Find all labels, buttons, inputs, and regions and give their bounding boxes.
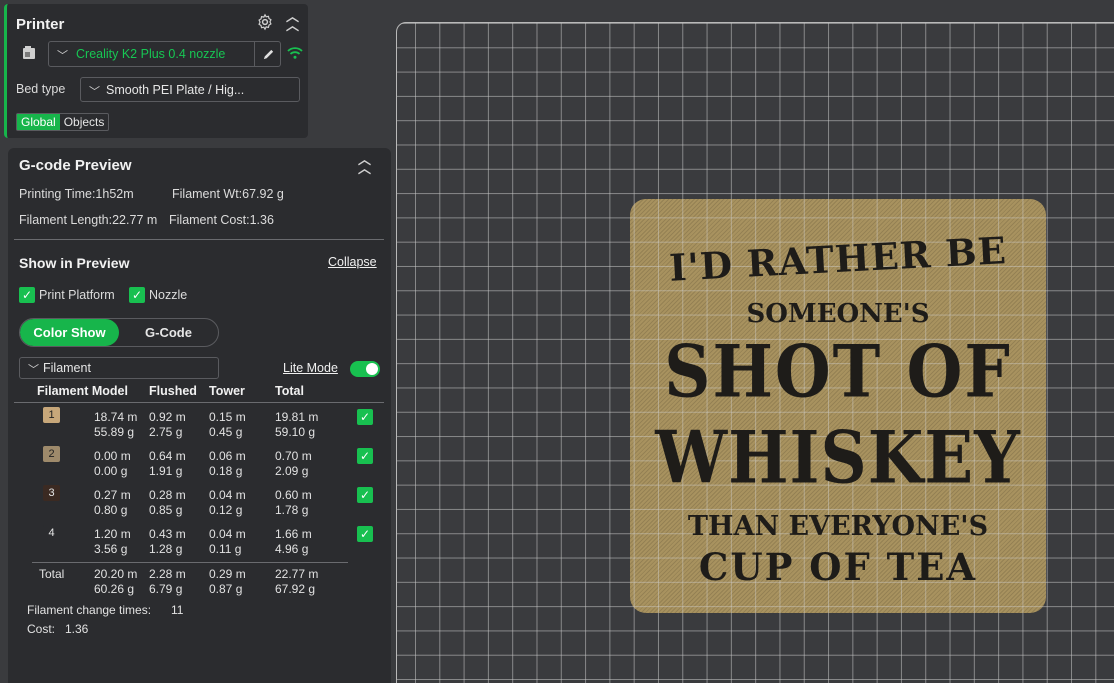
row4-visible-checkbox[interactable]: ✓	[357, 526, 373, 542]
row2-flushed: 0.64 m 1.91 g	[149, 449, 186, 478]
collapse-up-icon[interactable]: ︿ ︿	[358, 153, 371, 175]
lite-mode-toggle[interactable]	[350, 361, 380, 377]
bed-type-label: Bed type	[16, 82, 66, 96]
row3-tower: 0.04 m 0.12 g	[209, 488, 246, 517]
chevron-down-icon: ﹀	[57, 50, 68, 62]
nozzle-checkbox[interactable]: ✓ Nozzle	[129, 287, 187, 303]
cost-value: 1.36	[65, 622, 89, 636]
row1-model: 18.74 m 55.89 g	[94, 410, 138, 439]
filament-swatch-4: 4	[43, 525, 60, 541]
model-text-line-2: SOMEONE'S	[746, 299, 930, 329]
bed-type-select[interactable]: ﹀ Smooth PEI Plate / Hig...	[80, 77, 300, 102]
scope-global-tab[interactable]: Global	[17, 114, 60, 130]
chevron-down-icon: ﹀	[89, 86, 100, 98]
gcode-preview-title: G-code Preview	[19, 157, 132, 174]
row4-flushed: 0.43 m 1.28 g	[149, 527, 186, 556]
model-text-line-6: CUP OF TEA	[698, 545, 978, 589]
total-total: 22.77 m 67.92 g	[275, 567, 319, 596]
row1-flushed: 0.92 m 2.75 g	[149, 410, 186, 439]
row4-model: 1.20 m 3.56 g	[94, 527, 131, 556]
print-platform-checkbox[interactable]: ✓ Print Platform	[19, 287, 115, 303]
gcode-preview-panel: G-code Preview ︿ ︿ Printing Time:1h52m Fi…	[8, 148, 391, 683]
collapse-up-icon[interactable]: ︿ ︿	[286, 10, 299, 32]
row4-tower: 0.04 m 0.11 g	[209, 527, 246, 556]
show-in-preview-title: Show in Preview	[19, 255, 130, 271]
print-platform-label: Print Platform	[39, 288, 115, 302]
wifi-icon[interactable]	[287, 46, 303, 65]
printer-name: Creality K2 Plus 0.4 nozzle	[76, 47, 226, 61]
lite-mode-label: Lite Mode	[283, 361, 338, 375]
row3-visible-checkbox[interactable]: ✓	[357, 487, 373, 503]
total-model: 20.20 m 60.26 g	[94, 567, 138, 596]
printer-panel: Printer ︿ ︿ ﹀ Creality K2 Plus 0.4 nozzle…	[4, 4, 308, 138]
row2-total: 0.70 m 2.09 g	[275, 449, 312, 478]
divider	[32, 562, 348, 563]
printer-icon	[21, 45, 37, 66]
nozzle-label: Nozzle	[149, 288, 188, 302]
row1-tower: 0.15 m 0.45 g	[209, 410, 246, 439]
printer-select[interactable]: ﹀ Creality K2 Plus 0.4 nozzle	[48, 41, 281, 67]
row4-total: 1.66 m 4.96 g	[275, 527, 312, 556]
row3-model: 0.27 m 0.80 g	[94, 488, 131, 517]
col-header-total: Total	[275, 384, 304, 398]
gcode-tab[interactable]: G-Code	[119, 319, 218, 346]
printer-title: Printer	[16, 16, 65, 33]
model-text-line-5: THAN EVERYONE'S	[687, 511, 989, 542]
check-icon: ✓	[129, 287, 145, 303]
col-header-tower: Tower	[209, 384, 245, 398]
chevron-down-icon: ﹀	[28, 364, 39, 376]
col-header-flushed: Flushed	[149, 384, 197, 398]
preview-mode-toggle: Color Show G-Code	[19, 318, 219, 347]
collapse-link[interactable]: Collapse	[328, 255, 377, 269]
color-show-tab[interactable]: Color Show	[20, 319, 119, 346]
total-tower: 0.29 m 0.87 g	[209, 567, 246, 596]
divider	[14, 402, 384, 403]
row2-visible-checkbox[interactable]: ✓	[357, 448, 373, 464]
row1-total: 19.81 m 59.10 g	[275, 410, 319, 439]
bed-type-value: Smooth PEI Plate / Hig...	[106, 83, 245, 97]
row1-visible-checkbox[interactable]: ✓	[357, 409, 373, 425]
view-type-select[interactable]: ﹀ Filament	[19, 357, 219, 379]
filament-swatch-1: 1	[43, 407, 60, 423]
filament-change-times-value: 11	[171, 603, 184, 617]
build-plate[interactable]: I'D RATHER BE SOMEONE'S SHOT OF WHISKEY …	[396, 22, 1114, 683]
printing-time: Printing Time:1h52m	[19, 187, 134, 201]
filament-change-times-label: Filament change times:	[27, 603, 152, 617]
model-text-line-3: SHOT OF	[664, 330, 1012, 415]
row2-tower: 0.06 m 0.18 g	[209, 449, 246, 478]
row2-model: 0.00 m 0.00 g	[94, 449, 131, 478]
filament-swatch-2: 2	[43, 446, 60, 462]
row3-total: 0.60 m 1.78 g	[275, 488, 312, 517]
scope-toggle: Global Objects	[16, 113, 110, 131]
check-icon: ✓	[19, 287, 35, 303]
view-type-value: Filament	[43, 361, 91, 375]
model-text-line-4: WHISKEY	[655, 416, 1021, 501]
col-header-filament-model: Filament Model	[37, 384, 128, 398]
model-preview[interactable]: I'D RATHER BE SOMEONE'S SHOT OF WHISKEY …	[630, 199, 1046, 613]
filament-length: Filament Length:22.77 m	[19, 213, 158, 227]
divider	[14, 239, 384, 240]
cost-label: Cost:	[27, 622, 56, 636]
row3-flushed: 0.28 m 0.85 g	[149, 488, 186, 517]
filament-weight: Filament Wt:67.92 g	[172, 187, 284, 201]
filament-swatch-3: 3	[43, 485, 60, 501]
gear-icon[interactable]	[256, 13, 274, 35]
total-flushed: 2.28 m 6.79 g	[149, 567, 186, 596]
edit-icon[interactable]	[254, 42, 281, 66]
total-label: Total	[39, 567, 65, 581]
scope-objects-tab[interactable]: Objects	[60, 114, 109, 130]
filament-cost: Filament Cost:1.36	[169, 213, 274, 227]
